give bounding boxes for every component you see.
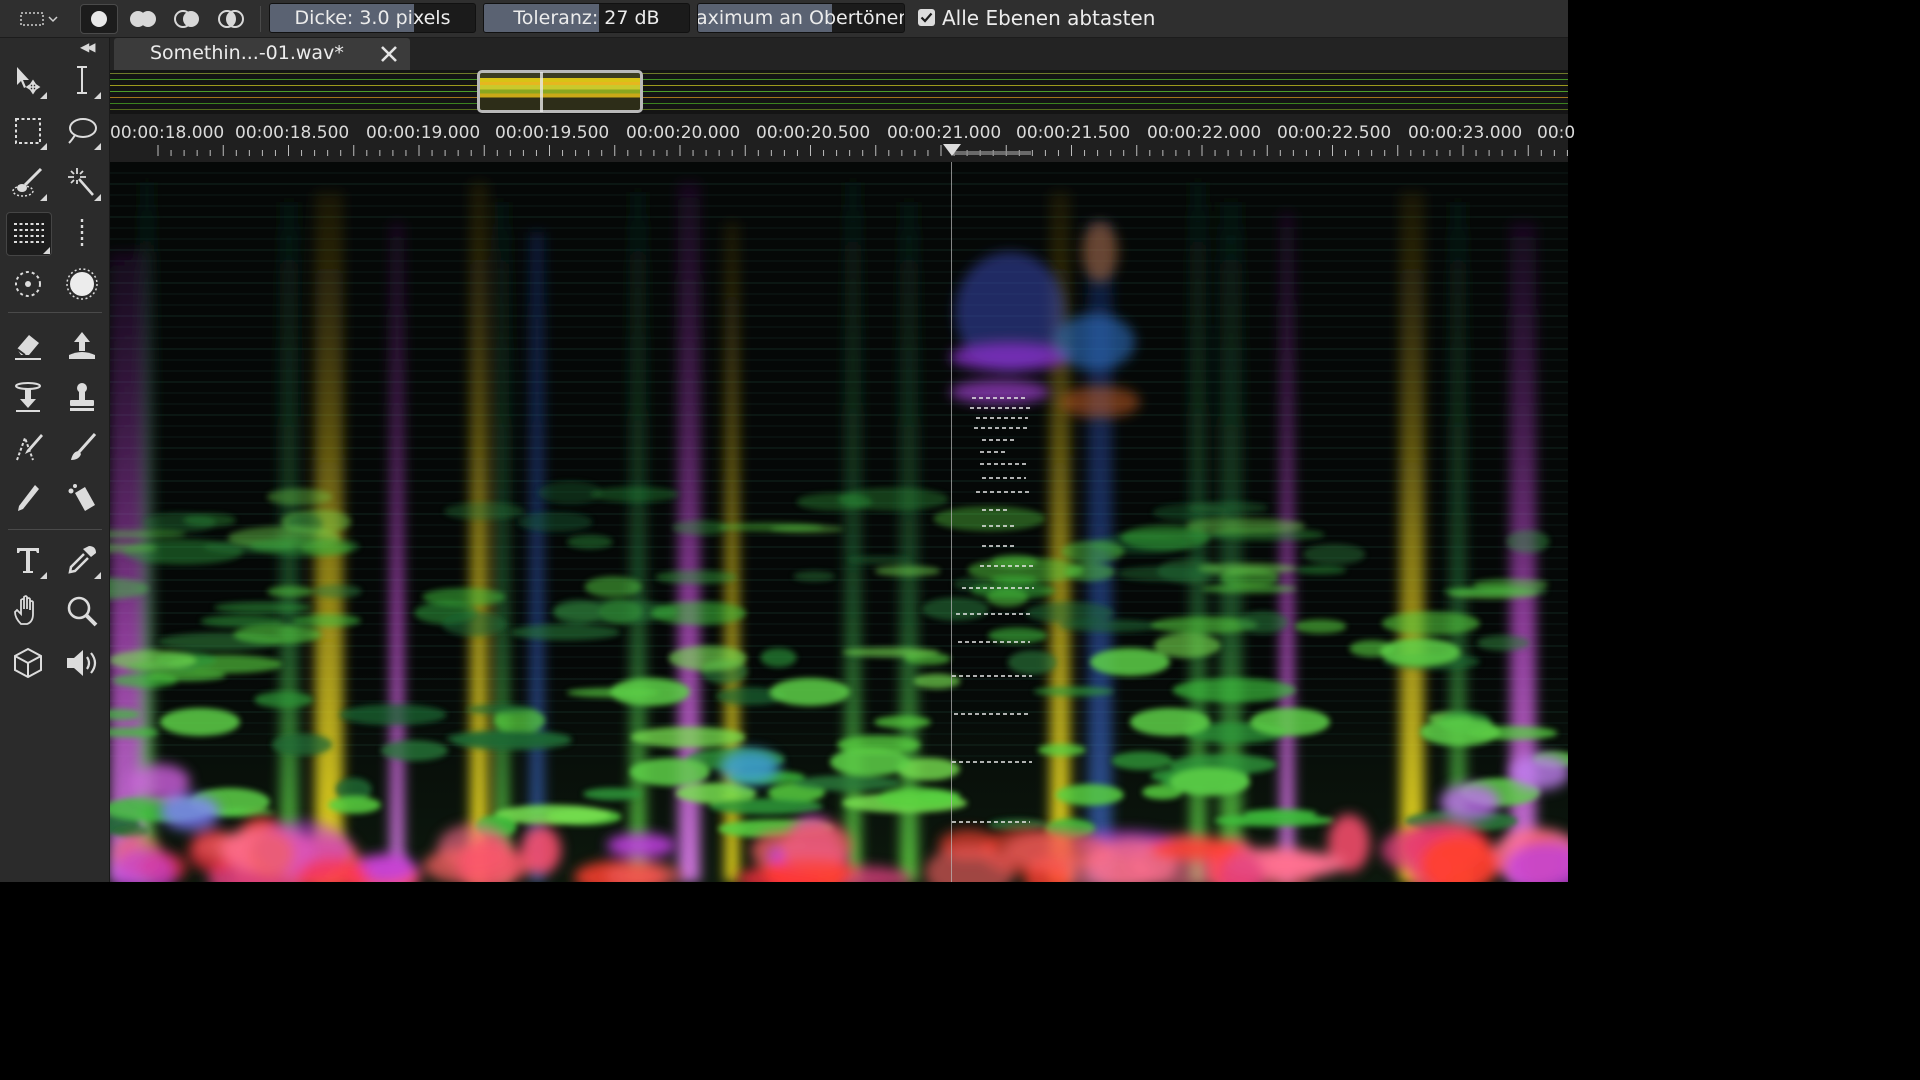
frequency-selection-tool-button[interactable]	[6, 212, 52, 256]
time-selection-tool-button[interactable]	[62, 60, 102, 100]
selection-mode-dropdown[interactable]	[14, 6, 64, 32]
tool-flyout-indicator	[94, 194, 101, 201]
clone-stamp-icon	[70, 383, 94, 411]
marquee-icon	[20, 12, 44, 26]
pitch-pencil-tool-button[interactable]	[8, 427, 48, 467]
speaker-icon	[67, 650, 97, 676]
document-tab-bar: Somethin...-01.wav*	[110, 38, 1568, 70]
overview-waveform-line	[110, 79, 1568, 80]
spectrogram-view[interactable]	[110, 162, 1568, 882]
pitch-down-icon	[15, 382, 41, 412]
overview-waveform-line	[110, 91, 1568, 92]
checkmark-icon	[920, 12, 933, 23]
tool-flyout-indicator	[94, 92, 101, 99]
tolerance-label: Toleranz: 27 dB	[513, 7, 660, 29]
bucket-icon	[68, 484, 95, 511]
playhead-line	[951, 162, 952, 882]
overview-waveform-line	[110, 97, 1568, 98]
tool-flyout-indicator	[40, 572, 47, 579]
tool-flyout-indicator	[43, 247, 50, 254]
pitch-down-tool-button[interactable]	[8, 377, 48, 417]
brush-shape-half-button[interactable]	[168, 4, 206, 34]
overview-waveform-line	[110, 73, 1568, 74]
auto-heal-icon	[66, 268, 98, 300]
spectrogram-image	[110, 172, 1568, 882]
tool-flyout-indicator	[40, 143, 47, 150]
spot-healing-tool-button[interactable]	[8, 264, 48, 304]
overview-navigator[interactable]	[110, 70, 1568, 114]
3d-view-icon	[14, 647, 42, 679]
zoom-tool-icon	[67, 596, 98, 627]
time-ruler[interactable]: 00:00:18.000 00:00:18.500 00:00:19.000 0…	[110, 114, 1575, 162]
tool-flyout-indicator	[94, 143, 101, 150]
hand-tool-button[interactable]	[8, 591, 48, 631]
sample-all-layers-label[interactable]: Alle Ebenen abtasten	[942, 6, 1155, 30]
3d-view-button[interactable]	[8, 643, 48, 683]
eyedropper-tool-button[interactable]	[62, 540, 102, 580]
toolbar-separator	[8, 312, 102, 313]
pitch-up-tool-button[interactable]	[62, 326, 102, 366]
overview-waveform-line	[110, 103, 1568, 104]
time-selection-icon	[77, 66, 87, 94]
overview-view-window[interactable]	[477, 70, 643, 113]
brush-double-icon	[130, 11, 156, 27]
chevron-down-icon	[48, 16, 58, 23]
frequency-selection-icon	[14, 223, 44, 243]
pencil-tool-button[interactable]	[8, 478, 48, 518]
collapse-left-icon[interactable]: ◀◀	[80, 40, 96, 54]
close-icon[interactable]	[378, 43, 400, 65]
eraser-icon	[15, 335, 41, 360]
playback-speaker-button[interactable]	[62, 643, 102, 683]
hand-tool-icon	[14, 595, 34, 625]
brush-shape-double-button[interactable]	[124, 4, 162, 34]
overview-waveform-line	[110, 109, 1568, 110]
pitch-pencil-icon	[16, 434, 43, 461]
spot-selection-tool-button[interactable]	[62, 214, 102, 254]
playhead-marker[interactable]	[943, 144, 961, 156]
marquee-tool-button[interactable]	[8, 111, 48, 151]
paint-brush-tool-button[interactable]	[62, 427, 102, 467]
brush-selection-tool-button[interactable]	[8, 162, 48, 202]
brush-round-icon	[91, 11, 107, 27]
toolbar-separator	[8, 529, 102, 530]
lasso-tool-button[interactable]	[62, 111, 102, 151]
sample-all-layers-checkbox[interactable]	[918, 9, 935, 26]
tab-title: Somethin...-01.wav*	[150, 42, 344, 64]
spot-healing-icon	[15, 271, 41, 297]
pitch-up-icon	[69, 332, 95, 359]
tool-palette: ◀◀	[0, 38, 110, 882]
thickness-label: Dicke: 3.0 pixels	[294, 7, 451, 29]
thickness-slider[interactable]: Dicke: 3.0 pixels	[269, 3, 476, 33]
tool-flyout-indicator	[40, 194, 47, 201]
pencil-icon	[18, 485, 39, 511]
zoom-tool-button[interactable]	[62, 591, 102, 631]
brush-shape-round-button[interactable]	[80, 4, 118, 34]
magic-wand-tool-button[interactable]	[62, 162, 102, 202]
brush-overlap-icon	[218, 10, 244, 28]
text-tool-button[interactable]	[8, 540, 48, 580]
options-bar: Dicke: 3.0 pixels Toleranz: 27 dB aximum…	[0, 0, 1568, 38]
overview-playhead	[540, 72, 543, 112]
max-harmonics-label: aximum an Obertönen:	[697, 7, 905, 29]
overview-waveform-line	[110, 85, 1568, 86]
ruler-ticks	[157, 145, 1568, 156]
brush-shape-overlap-button[interactable]	[212, 4, 250, 34]
tolerance-slider[interactable]: Toleranz: 27 dB	[483, 3, 690, 33]
eraser-tool-button[interactable]	[8, 326, 48, 366]
auto-heal-tool-button[interactable]	[62, 264, 102, 304]
brush-half-icon	[174, 10, 199, 28]
clone-stamp-tool-button[interactable]	[62, 377, 102, 417]
tab-document[interactable]: Somethin...-01.wav*	[114, 38, 410, 70]
max-harmonics-slider[interactable]: aximum an Obertönen:	[697, 3, 905, 33]
paint-brush-icon	[71, 433, 97, 460]
options-separator	[260, 6, 261, 32]
tool-flyout-indicator	[94, 572, 101, 579]
bucket-tool-button[interactable]	[62, 478, 102, 518]
move-tool-button[interactable]	[8, 60, 48, 100]
spot-selection-icon	[80, 219, 84, 249]
tool-flyout-indicator	[40, 92, 47, 99]
